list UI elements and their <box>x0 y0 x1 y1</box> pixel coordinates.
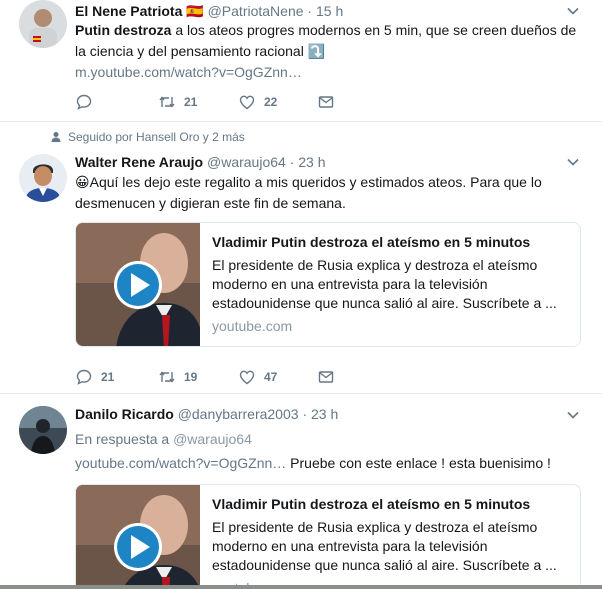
timestamp[interactable]: 15 h <box>316 3 343 19</box>
direct-message-button[interactable] <box>317 368 335 386</box>
avatar[interactable] <box>19 406 67 454</box>
card-title: Vladimir Putin destroza el ateísmo en 5 … <box>212 496 531 512</box>
display-name[interactable]: El Nene Patriota <box>75 3 182 19</box>
tweet-text: 😀Aquí les dejo este regalito a mis queri… <box>75 172 585 214</box>
like-count: 47 <box>264 370 278 384</box>
reply-button[interactable] <box>75 93 101 111</box>
chevron-down-icon[interactable] <box>566 4 580 18</box>
retweet-icon <box>159 371 175 383</box>
chevron-down-icon[interactable] <box>566 155 580 169</box>
timestamp[interactable]: 23 h <box>298 154 325 170</box>
tweet-link[interactable]: youtube.com/watch?v=OgGZnn… <box>75 455 286 471</box>
user-handle[interactable]: @PatriotaNene <box>208 3 304 19</box>
retweet-button[interactable]: 21 <box>158 93 197 111</box>
tweet-text-bold: Putin destroza <box>75 22 172 38</box>
display-name[interactable]: Walter Rene Araujo <box>75 154 203 170</box>
person-icon <box>51 132 61 142</box>
card-title: Vladimir Putin destroza el ateísmo en 5 … <box>212 234 531 250</box>
like-button[interactable]: 22 <box>238 93 277 111</box>
reply-count: 21 <box>101 370 115 384</box>
like-icon <box>239 370 255 385</box>
separator: · <box>307 3 313 19</box>
tweet-link[interactable]: m.youtube.com/watch?v=OgGZnn… <box>75 64 302 80</box>
flag-emoji: 🇪🇸 <box>186 3 204 19</box>
video-thumbnail[interactable] <box>76 485 200 589</box>
tweet-text: Putin destroza a los ateos progres moder… <box>75 20 585 83</box>
like-count: 22 <box>264 95 278 109</box>
reply-mention[interactable]: @waraujo64 <box>173 431 252 447</box>
reply-icon <box>76 94 92 110</box>
link-card[interactable]: Vladimir Putin destroza el ateísmo en 5 … <box>75 222 581 347</box>
like-icon <box>239 95 255 110</box>
timestamp[interactable]: 23 h <box>311 406 338 422</box>
card-description: El presidente de Rusia explica y destroz… <box>212 257 557 311</box>
display-name[interactable]: Danilo Ricardo <box>75 406 174 422</box>
retweet-button[interactable]: 19 <box>158 368 197 386</box>
card-body: Vladimir Putin destroza el ateísmo en 5 … <box>212 233 572 336</box>
tweet-header: Walter Rene Araujo @waraujo64 · 23 h <box>75 153 326 171</box>
tweet-header: Danilo Ricardo @danybarrera2003 · 23 h <box>75 405 338 423</box>
message-icon <box>318 96 334 108</box>
retweet-icon <box>159 96 175 108</box>
avatar[interactable] <box>19 0 67 48</box>
tweet-2[interactable]: Seguido por Hansell Oro y 2 más Walter R… <box>0 122 602 394</box>
tweet-actions: 21 22 <box>75 93 375 111</box>
reply-icon <box>76 369 92 385</box>
social-context: Seguido por Hansell Oro y 2 más <box>50 130 245 144</box>
user-handle[interactable]: @waraujo64 <box>207 154 286 170</box>
card-domain: youtube.com <box>212 318 293 334</box>
reply-prefix: En respuesta a <box>75 431 170 447</box>
separator: · <box>302 406 308 422</box>
reply-context: En respuesta a @waraujo64 <box>75 430 252 448</box>
window-bottom-edge <box>0 585 602 589</box>
tweet-1[interactable]: El Nene Patriota 🇪🇸 @PatriotaNene · 15 h… <box>0 0 602 122</box>
chevron-down-icon[interactable] <box>566 408 580 422</box>
tweet-text: youtube.com/watch?v=OgGZnn… Pruebe con e… <box>75 453 585 474</box>
card-description: El presidente de Rusia explica y destroz… <box>212 519 557 573</box>
tweet-text-body: Aquí les dejo este regalito a mis querid… <box>75 174 542 211</box>
context-text[interactable]: Seguido por Hansell Oro y 2 más <box>68 130 245 144</box>
reply-button[interactable]: 21 <box>75 368 114 386</box>
tweet-header: El Nene Patriota 🇪🇸 @PatriotaNene · 15 h <box>75 2 343 20</box>
message-icon <box>318 371 334 383</box>
separator: · <box>289 154 295 170</box>
avatar[interactable] <box>19 154 67 202</box>
card-body: Vladimir Putin destroza el ateísmo en 5 … <box>212 495 572 589</box>
tweet-text-body: Pruebe con este enlace ! esta buenisimo … <box>286 455 551 471</box>
direct-message-button[interactable] <box>317 93 335 111</box>
arrow-emoji: ⤵️ <box>307 43 326 59</box>
user-handle[interactable]: @danybarrera2003 <box>178 406 299 422</box>
grin-emoji: 😀 <box>75 174 90 190</box>
like-button[interactable]: 47 <box>238 368 277 386</box>
retweet-count: 19 <box>184 370 198 384</box>
retweet-count: 21 <box>184 95 198 109</box>
link-card[interactable]: Vladimir Putin destroza el ateísmo en 5 … <box>75 484 581 589</box>
tweet-actions: 21 19 47 <box>75 368 375 386</box>
tweet-3[interactable]: Danilo Ricardo @danybarrera2003 · 23 h E… <box>0 394 602 589</box>
video-thumbnail[interactable] <box>76 223 200 346</box>
